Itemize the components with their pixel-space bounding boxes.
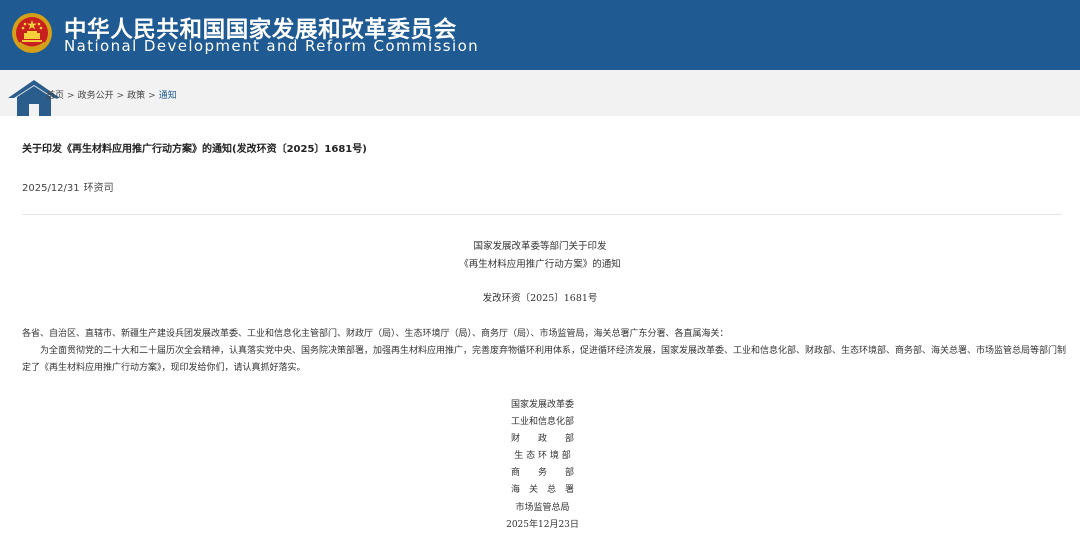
site-header: 中华人民共和国国家发展和改革委员会 National Development a… (0, 0, 1080, 70)
document-number: 发改环资〔2025〕1681号 (482, 293, 598, 304)
signatory: 商 务 部 (510, 468, 574, 478)
site-title-english[interactable]: National Development and Reform Commissi… (64, 37, 479, 55)
article-date: 2025/12/31 (22, 183, 80, 194)
article-title: 关于印发《再生材料应用推广行动方案》的通知(发改环资〔2025〕1681号) (22, 144, 367, 155)
signatory: 财 政 部 (510, 434, 574, 444)
breadcrumb-policy[interactable]: 政策 (127, 91, 145, 101)
breadcrumb-separator: > (148, 91, 156, 101)
signatory: 生 态 环 境 部 (514, 451, 571, 461)
divider (22, 214, 1062, 215)
national-emblem-icon[interactable] (11, 11, 53, 55)
breadcrumb: 首页 > 政务公开 > 政策 > 通知 (46, 88, 177, 101)
breadcrumb-government-affairs[interactable]: 政务公开 (78, 91, 114, 101)
sign-date: 2025年12月23日 (506, 520, 579, 530)
addressee: 各省、自治区、直辖市、新疆生产建设兵团发展改革委、工业和信息化主管部门、财政厅（… (22, 329, 729, 339)
signatory: 市场监管总局 (515, 503, 570, 513)
article-meta: 2025/12/31 环资司 (22, 179, 114, 194)
breadcrumb-home[interactable]: 首页 (46, 91, 64, 101)
breadcrumb-separator: > (116, 91, 125, 101)
signatory: 海 关 总 署 (510, 485, 574, 495)
breadcrumb-separator: > (67, 91, 75, 101)
body-paragraph: 为全面贯彻党的二十大和二十届历次全会精神，认真落实党中央、国务院决策部署，加强再… (22, 346, 1067, 373)
article-source: 环资司 (83, 183, 114, 194)
breadcrumb-notice[interactable]: 通知 (159, 91, 177, 101)
content-title-line1: 国家发展改革委等部门关于印发 (473, 241, 607, 252)
content-title-line2: 《再生材料应用推广行动方案》的通知 (459, 259, 621, 270)
signatory: 工业和信息化部 (510, 417, 574, 427)
signatory: 国家发展改革委 (510, 400, 574, 410)
